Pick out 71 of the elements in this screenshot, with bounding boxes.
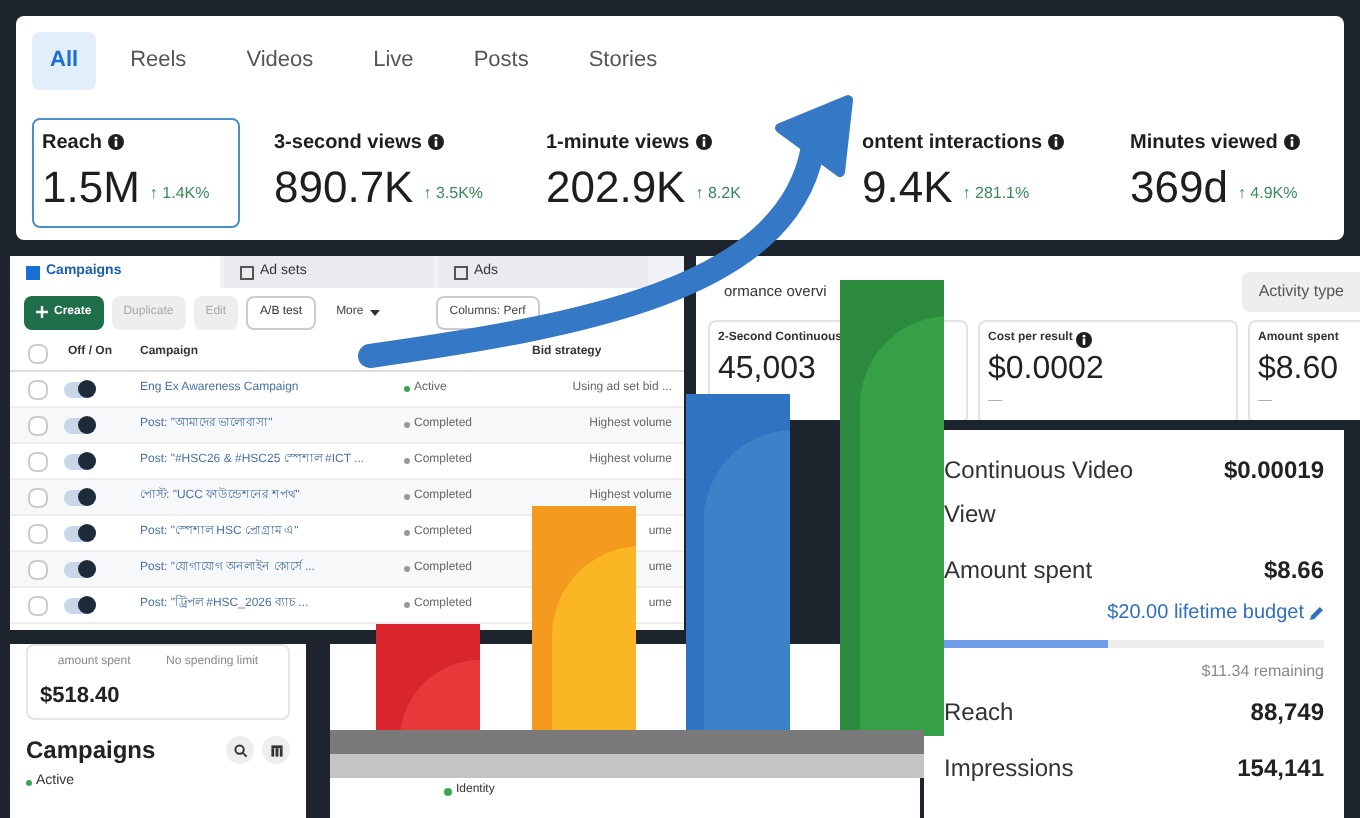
- metric-card[interactable]: 1-minute views 202.9K ↑ 8.2K: [536, 117, 768, 227]
- detail-label: Reach: [944, 696, 1016, 730]
- checkbox[interactable]: [28, 595, 48, 615]
- search-icon[interactable]: [226, 736, 254, 764]
- activity-type-button[interactable]: Activity type: [1242, 272, 1360, 312]
- toggle-switch[interactable]: [64, 381, 96, 397]
- toggle-switch[interactable]: [64, 489, 96, 505]
- checkbox[interactable]: [28, 559, 48, 579]
- metric-label: Minutes viewed: [1130, 129, 1278, 157]
- metric-label: 3-second views: [274, 129, 422, 157]
- detail-value: 88,749: [1250, 696, 1324, 730]
- spend-amount: $518.40: [40, 682, 122, 712]
- metric-change: ↑ 4.9K%: [1237, 181, 1298, 205]
- tab-icon: [454, 265, 468, 279]
- toggle-switch[interactable]: [64, 525, 96, 541]
- detail-label: Amount spent: [944, 554, 1095, 588]
- info-icon: [108, 134, 125, 150]
- tab-icon: [240, 265, 254, 279]
- detail-label: Impressions: [944, 752, 1076, 786]
- metric-value: 369d: [1130, 159, 1228, 215]
- insights-tab[interactable]: Videos: [220, 32, 340, 89]
- remaining-text: $11.34 remaining: [1201, 660, 1324, 684]
- toggle-switch[interactable]: [64, 453, 96, 469]
- caret-icon: [369, 309, 380, 315]
- metric-card[interactable]: ontent interactions 9.4K ↑ 281.1%: [852, 117, 1108, 227]
- insights-tab[interactable]: Stories: [562, 32, 684, 89]
- pencil-icon[interactable]: [1310, 606, 1324, 620]
- budget-link[interactable]: $20.00 lifetime budget: [1107, 598, 1304, 628]
- plus-icon: [36, 306, 48, 318]
- metric-change: ↑ 3.5K%: [423, 181, 484, 205]
- metric-label: 1-minute views: [546, 129, 690, 157]
- checkbox[interactable]: [28, 487, 48, 507]
- metric-card[interactable]: 3-second views 890.7K ↑ 3.5K%: [264, 117, 512, 227]
- metric-value: $0.0002: [988, 350, 1106, 390]
- detail-value: $8.66: [1263, 554, 1324, 588]
- metric-label: Reach: [42, 129, 103, 157]
- metric-change: ↑ 1.4K%: [149, 181, 210, 205]
- tab-icon: [26, 265, 40, 279]
- toggle-switch[interactable]: [64, 597, 96, 613]
- insights-tab[interactable]: Live: [347, 32, 440, 89]
- checkbox[interactable]: [28, 379, 48, 399]
- metric-card[interactable]: Minutes viewed 369d ↑ 4.9K%: [1120, 117, 1328, 227]
- metric-value: 202.9K: [546, 159, 686, 215]
- checkbox[interactable]: [28, 415, 48, 435]
- insights-tab[interactable]: Posts: [447, 32, 555, 89]
- metric-value: 9.4K: [862, 159, 953, 215]
- detail-value: 154,141: [1237, 752, 1324, 786]
- checkbox[interactable]: [28, 451, 48, 471]
- chart-bar: [376, 624, 480, 736]
- detail-label: Continuous Video View: [944, 454, 1136, 532]
- metric-value: 45,003: [718, 350, 818, 390]
- detail-value: $0.00019: [1223, 454, 1324, 488]
- checkbox[interactable]: [28, 343, 48, 363]
- insights-tab[interactable]: All: [32, 32, 97, 89]
- metric-change: ↑ 8.2K: [695, 181, 741, 205]
- section-title: Campaigns: [26, 734, 156, 768]
- metric-card[interactable]: Reach 1.5M ↑ 1.4K%: [32, 117, 240, 227]
- toggle-switch[interactable]: [64, 561, 96, 577]
- toggle-switch[interactable]: [64, 417, 96, 433]
- info-icon: [1283, 134, 1300, 150]
- info-icon: [427, 134, 444, 150]
- metric-value: 890.7K: [274, 159, 414, 215]
- metric-change: ↑ 281.1%: [962, 181, 1030, 205]
- info-icon: [1048, 134, 1065, 150]
- info-icon: [695, 134, 712, 150]
- columns-icon[interactable]: [262, 736, 290, 764]
- metric-label: ontent interactions: [862, 129, 1043, 157]
- insights-tab[interactable]: Reels: [104, 32, 213, 89]
- checkbox[interactable]: [28, 523, 48, 543]
- metric-value: $8.60: [1258, 350, 1341, 390]
- metric-value: 1.5M: [42, 159, 140, 215]
